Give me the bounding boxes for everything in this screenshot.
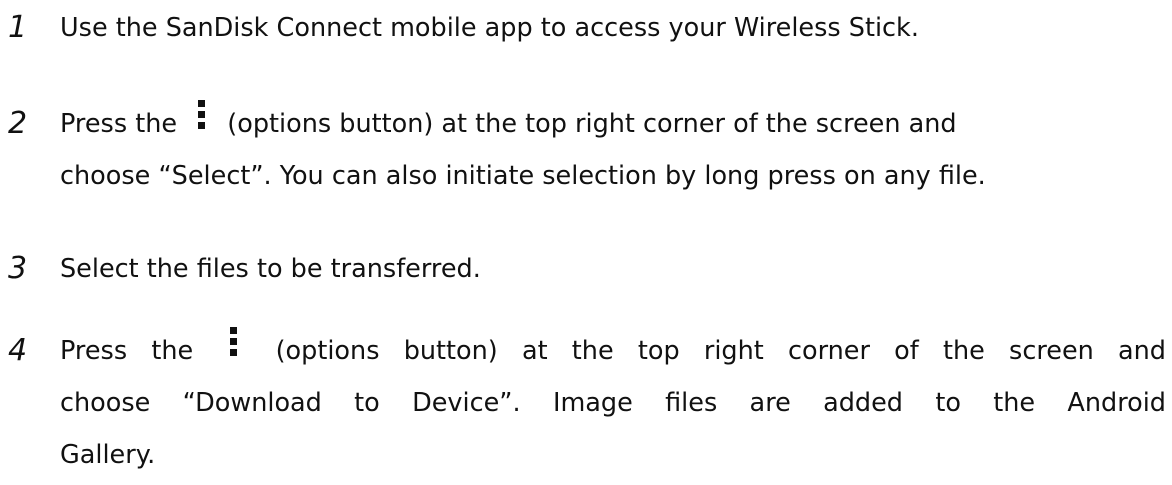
step-text-line-2: choose “Download to Device”. Image files… <box>60 388 1166 418</box>
instruction-document: 1 Use the SanDisk Connect mobile app to … <box>0 0 1172 485</box>
options-kebab-icon <box>197 100 207 134</box>
step-text-after-icon: (options button) at the top right corner… <box>227 109 957 139</box>
step-text-line-1: Press the (options button) at the top ri… <box>60 325 1166 377</box>
step-text: Use the SanDisk Connect mobile app to ac… <box>60 13 919 43</box>
step-number: 2 <box>8 106 28 141</box>
step-text-line-2: choose “Select”. You can also initiate s… <box>60 161 986 191</box>
step-text-before-icon: Press the <box>60 336 194 366</box>
step-number: 4 <box>8 333 28 368</box>
step-number: 1 <box>8 10 28 45</box>
step-text-after-icon: (options button) at the top right corner… <box>275 336 1166 366</box>
options-kebab-icon <box>229 327 239 361</box>
step-text-line-1: Press the (options button) at the top ri… <box>60 98 957 150</box>
step-text: Select the files to be transferred. <box>60 254 481 284</box>
step-text-line-3: Gallery. <box>60 440 156 470</box>
step-number: 3 <box>8 251 28 286</box>
step-text-before-icon: Press the <box>60 109 178 139</box>
